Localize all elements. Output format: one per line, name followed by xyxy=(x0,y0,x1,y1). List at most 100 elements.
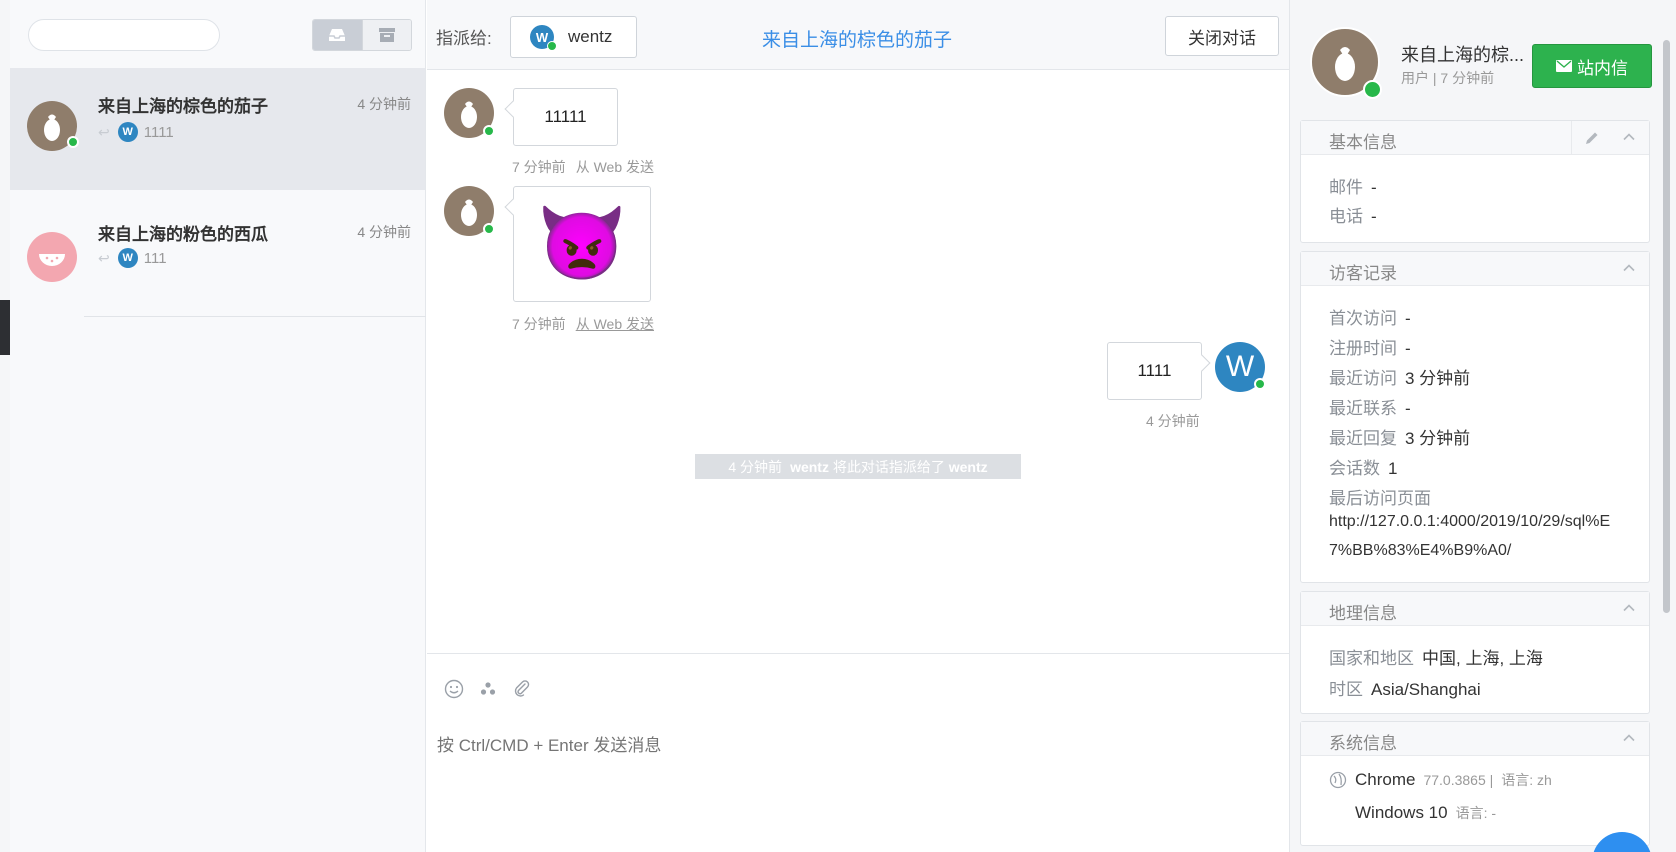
browser-language: 语言: zh xyxy=(1501,772,1552,788)
info-row: 首次访问 - xyxy=(1329,309,1411,328)
online-indicator xyxy=(1254,378,1266,390)
pencil-icon xyxy=(1585,132,1597,144)
chat-panel: 指派给: W wentz 来自上海的棕色的茄子 关闭对话 11111 7 分钟前… xyxy=(427,0,1289,852)
message-source: 从 Web 发送 xyxy=(575,159,654,175)
panel-title: 基本信息 xyxy=(1329,133,1397,152)
info-row: 国家和地区 中国, 上海, 上海 xyxy=(1329,649,1543,668)
browser-version: 77.0.3865 | xyxy=(1423,772,1494,788)
site-message-label: 站内信 xyxy=(1577,58,1628,78)
profile-scrollbar[interactable] xyxy=(1663,40,1670,613)
conversation-name: 来自上海的棕色的茄子 xyxy=(98,97,268,116)
preview-text: 111 xyxy=(143,249,167,267)
panel-header[interactable]: 地理信息 xyxy=(1301,592,1649,626)
os-row: Windows 10 语言: - xyxy=(1329,803,1496,823)
dots-cluster-icon xyxy=(480,682,496,695)
site-message-button[interactable]: 站内信 xyxy=(1532,44,1652,88)
visitor-subtitle: 用户 | 7 分钟前 xyxy=(1401,70,1495,86)
message-bubble: 11111 xyxy=(513,88,618,146)
agent-avatar: W xyxy=(117,248,138,268)
info-row: 电话 - xyxy=(1329,207,1377,226)
info-row: 最后访问页面 xyxy=(1329,489,1431,508)
conversation-list-panel: 来自上海的棕色的茄子 4 分钟前 ↩ W 1111 来自上海的粉色的西瓜 4 分… xyxy=(10,0,426,852)
panel-header[interactable]: 访客记录 xyxy=(1301,252,1649,286)
conversation-item[interactable]: 来自上海的棕色的茄子 4 分钟前 ↩ W 1111 xyxy=(10,68,425,190)
agent-avatar: W xyxy=(117,122,138,142)
browser-name: Chrome xyxy=(1355,770,1416,789)
watermelon-avatar xyxy=(27,232,77,282)
chevron-up-icon[interactable] xyxy=(1621,129,1637,145)
reply-icon: ↩ xyxy=(98,249,110,266)
paperclip-icon xyxy=(514,680,530,697)
info-row: 会话数 1 xyxy=(1329,459,1398,478)
message-input[interactable] xyxy=(437,736,1277,756)
message-meta: 7 分钟前从 Web 发送 xyxy=(512,314,654,334)
quick-reply-button[interactable] xyxy=(477,678,499,700)
archive-filter-button[interactable] xyxy=(361,20,411,50)
chevron-up-icon[interactable] xyxy=(1621,600,1637,616)
online-indicator xyxy=(1363,80,1382,99)
system-info-panel: 系统信息 Chrome 77.0.3865 | 语言: zh Windows 1… xyxy=(1300,721,1650,846)
visitor-profile-panel: 来自上海的棕... 用户 | 7 分钟前 站内信 基本信息 邮件 - 电话 - 访客… xyxy=(1289,0,1676,852)
chat-title: 来自上海的棕色的茄子 xyxy=(762,30,953,51)
chevron-up-icon[interactable] xyxy=(1621,260,1637,276)
panel-title: 访客记录 xyxy=(1329,264,1397,283)
preview-text: 1111 xyxy=(143,123,174,141)
assign-label: 指派给: xyxy=(436,29,492,48)
basic-info-panel: 基本信息 邮件 - 电话 - xyxy=(1300,120,1650,243)
panel-header[interactable]: 系统信息 xyxy=(1301,722,1649,756)
message-composer xyxy=(427,653,1289,852)
conversation-preview: ↩ W 111 xyxy=(98,248,167,268)
conversation-name: 来自上海的粉色的西瓜 xyxy=(98,225,268,244)
inbox-icon xyxy=(329,29,346,41)
conversation-preview: ↩ W 1111 xyxy=(98,122,174,142)
edge-strip xyxy=(0,0,10,852)
edge-marker xyxy=(0,300,10,355)
os-icon xyxy=(1329,804,1347,822)
message-bubble: 1111 xyxy=(1107,342,1202,400)
online-indicator xyxy=(483,223,495,235)
conversation-time: 4 分钟前 xyxy=(357,224,411,240)
message-time: 7 分钟前 xyxy=(512,316,566,332)
panel-title: 地理信息 xyxy=(1329,604,1397,623)
conversation-time: 4 分钟前 xyxy=(357,96,411,112)
chevron-up-icon[interactable] xyxy=(1621,730,1637,746)
system-note: 4 分钟前 wentz 将此对话指派给了 wentz xyxy=(695,454,1021,479)
search-input[interactable] xyxy=(28,19,220,51)
system-note-action: 将此对话指派给了 xyxy=(832,458,945,475)
info-row: 邮件 - xyxy=(1329,178,1377,197)
info-row: 最近访问 3 分钟前 xyxy=(1329,369,1471,388)
browser-row: Chrome 77.0.3865 | 语言: zh xyxy=(1329,770,1552,790)
message-bubble: 👿 xyxy=(513,186,651,302)
assign-agent-button[interactable]: W wentz xyxy=(510,16,637,58)
attach-button[interactable] xyxy=(511,678,533,700)
panel-header[interactable]: 基本信息 xyxy=(1301,121,1649,155)
info-row: 最近联系 - xyxy=(1329,399,1411,418)
archive-icon xyxy=(378,28,395,42)
edit-button[interactable] xyxy=(1571,121,1611,154)
online-indicator xyxy=(67,136,79,148)
message-source-link[interactable]: 从 Web 发送 xyxy=(576,316,654,332)
info-row: 注册时间 - xyxy=(1329,339,1411,358)
message-time: 4 分钟前 xyxy=(1146,413,1200,429)
message-time: 7 分钟前 xyxy=(512,159,566,175)
visit-record-panel: 访客记录 首次访问 - 注册时间 - 最近访问 3 分钟前 最近联系 - 最近回复 3 分… xyxy=(1300,251,1650,583)
chat-header: 指派给: W wentz 来自上海的棕色的茄子 关闭对话 xyxy=(427,0,1289,70)
angry-devil-emoji: 👿 xyxy=(537,204,627,284)
smile-icon xyxy=(444,679,464,699)
assigned-agent-name: wentz xyxy=(568,27,613,46)
close-conversation-button[interactable]: 关闭对话 xyxy=(1165,16,1279,56)
system-note-time: 4 分钟前 xyxy=(728,458,783,475)
composer-toolbar xyxy=(443,678,533,700)
emoji-button[interactable] xyxy=(443,678,465,700)
conversation-item[interactable]: 来自上海的粉色的西瓜 4 分钟前 ↩ W 111 xyxy=(10,190,425,312)
envelope-icon xyxy=(1556,60,1572,72)
app-window: 来自上海的棕色的茄子 4 分钟前 ↩ W 1111 来自上海的粉色的西瓜 4 分… xyxy=(0,0,1676,852)
reply-icon: ↩ xyxy=(98,123,110,140)
geo-info-panel: 地理信息 国家和地区 中国, 上海, 上海 时区 Asia/Shanghai xyxy=(1300,591,1650,714)
info-row: 时区 Asia/Shanghai xyxy=(1329,680,1481,699)
inbox-filter-button[interactable] xyxy=(313,20,362,50)
visitor-name: 来自上海的棕... xyxy=(1401,45,1525,65)
system-note-actor: wentz xyxy=(790,458,829,475)
last-page-url[interactable]: http://127.0.0.1:4000/2019/10/29/sql%E7%… xyxy=(1329,507,1629,565)
filter-toggle-group xyxy=(312,19,412,51)
